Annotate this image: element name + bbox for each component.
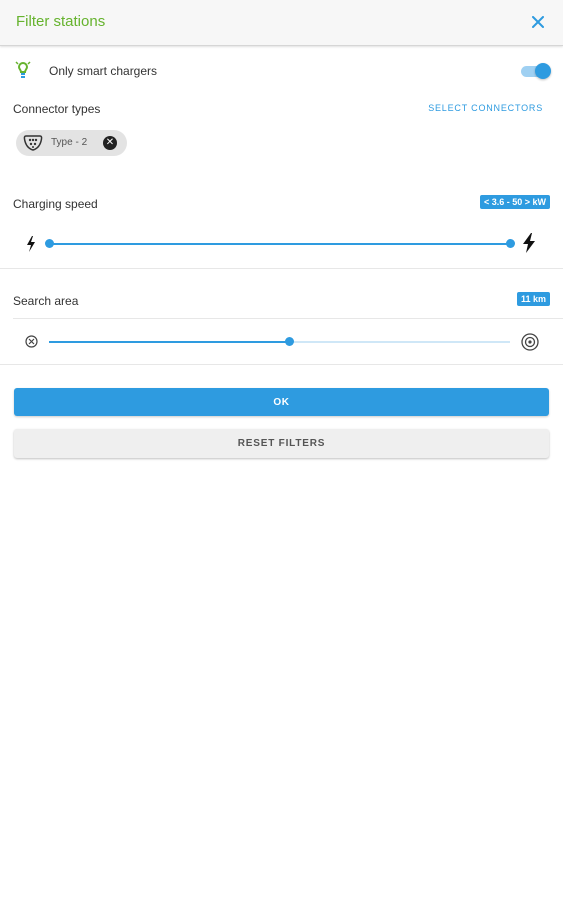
search-area-thumb[interactable] [284, 337, 294, 346]
smart-chargers-label: Only smart chargers [49, 64, 158, 78]
chip-remove-icon[interactable]: ✕ [103, 136, 117, 150]
ok-button[interactable]: OK [14, 388, 549, 416]
search-area-label: Search area [13, 294, 79, 308]
type2-plug-icon [23, 134, 43, 157]
page-title: Filter stations [16, 13, 106, 30]
smart-chargers-toggle[interactable] [521, 63, 551, 79]
charging-speed-max-thumb[interactable] [506, 239, 515, 248]
header-bar: Filter stations [0, 0, 563, 46]
charging-speed-badge: < 3.6 - 50 > kW [479, 195, 550, 209]
connector-chip[interactable]: Type - 2 ✕ [16, 130, 127, 156]
smart-bulb-icon [15, 61, 31, 78]
close-button[interactable] [527, 11, 549, 33]
area-small-icon [25, 335, 38, 348]
close-icon [532, 16, 544, 28]
search-area-badge: 11 km [516, 292, 550, 306]
connector-types-label: Connector types [13, 102, 101, 116]
divider [13, 318, 563, 319]
search-area-track-active[interactable] [49, 341, 289, 343]
reset-filters-button[interactable]: RESET FILTERS [14, 429, 549, 458]
divider [0, 364, 563, 365]
connector-chip-label: Type - 2 [51, 137, 88, 148]
bolt-large-icon [523, 233, 535, 253]
area-large-icon [521, 333, 539, 351]
charging-speed-min-thumb[interactable] [45, 239, 54, 248]
divider [0, 268, 563, 269]
toggle-knob [535, 63, 551, 79]
charging-speed-track[interactable] [49, 243, 510, 245]
select-connectors-button[interactable]: SELECT CONNECTORS [428, 103, 543, 113]
search-area-track-inactive[interactable] [291, 341, 510, 343]
bolt-small-icon [27, 236, 35, 252]
charging-speed-label: Charging speed [13, 197, 98, 211]
